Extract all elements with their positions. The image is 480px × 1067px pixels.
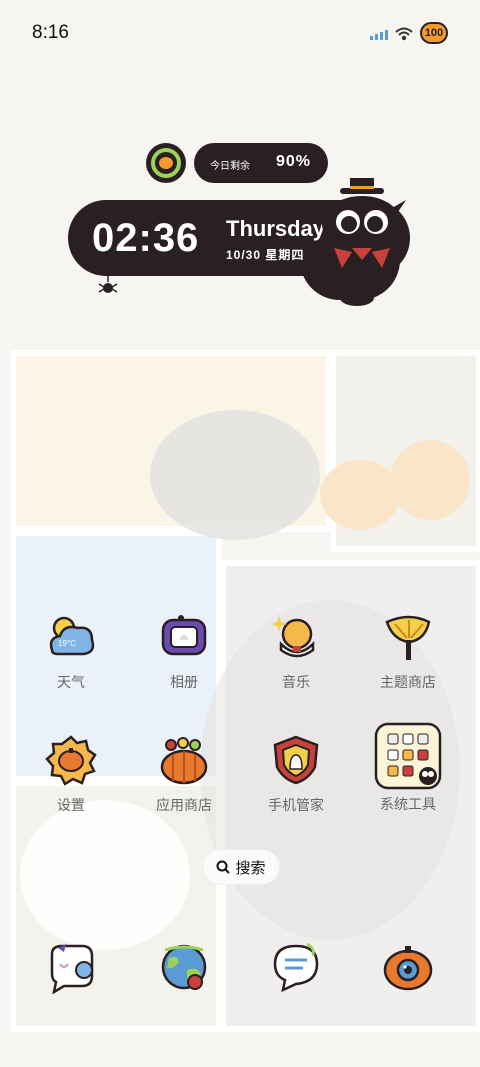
clock-time: 02:36	[92, 216, 200, 260]
dock-messages[interactable]	[21, 940, 121, 995]
pumpkin-ring-icon[interactable]	[146, 143, 186, 183]
dock-browser[interactable]	[134, 940, 234, 994]
app-weather[interactable]: 19°C 天气	[21, 610, 121, 692]
app-label: 设置	[57, 797, 85, 813]
search-label: 搜索	[235, 859, 266, 877]
app-label: 应用商店	[156, 797, 212, 813]
spider-icon	[98, 274, 118, 293]
app-theme-store[interactable]: 主题商店	[358, 610, 458, 692]
clock-weekday: Thursday	[226, 216, 326, 241]
app-label: 天气	[57, 674, 85, 690]
widget-drip-decoration	[340, 290, 374, 306]
battery-widget[interactable]: 今日剩余 90%	[194, 143, 328, 183]
browser-icon	[157, 940, 211, 994]
theme-store-icon	[381, 610, 435, 664]
system-tools-folder-icon	[374, 722, 442, 790]
app-label: 主题商店	[380, 674, 436, 690]
wallpaper-pumpkin-shape	[320, 460, 400, 530]
app-app-store[interactable]: 应用商店	[134, 733, 234, 815]
battery-remaining-label: 今日剩余	[210, 161, 250, 172]
app-settings[interactable]: 设置	[21, 733, 121, 815]
status-bar: 8:16 100	[0, 0, 480, 68]
gallery-icon	[157, 610, 211, 664]
camera-icon	[381, 940, 435, 994]
search-icon	[216, 860, 231, 874]
app-label: 系统工具	[380, 796, 436, 812]
wifi-icon	[395, 27, 413, 41]
app-label: 音乐	[282, 674, 310, 690]
music-icon	[269, 610, 323, 664]
app-phone-manager[interactable]: 手机管家	[246, 733, 346, 815]
witch-cat-icon	[318, 178, 406, 270]
clock-date: 10/30 星期四	[226, 248, 305, 262]
notes-icon	[269, 940, 323, 994]
app-store-icon	[157, 733, 211, 787]
signal-icon	[370, 30, 388, 40]
app-system-tools-folder[interactable]: 系统工具	[358, 722, 458, 814]
wallpaper-cat-shape	[150, 410, 320, 540]
settings-icon	[44, 733, 98, 787]
status-time: 8:16	[32, 22, 69, 43]
dock-camera[interactable]	[358, 940, 458, 994]
battery-remaining-percent: 90%	[276, 153, 312, 170]
wallpaper-skull-shape	[20, 800, 190, 950]
app-label: 手机管家	[268, 797, 324, 813]
weather-icon: 19°C	[44, 610, 98, 664]
messages-icon	[44, 940, 98, 995]
battery-indicator: 100	[420, 22, 448, 44]
weather-temp: 19°C	[58, 639, 76, 648]
app-label: 相册	[170, 674, 198, 690]
wallpaper-pumpkin-shape	[390, 440, 470, 520]
app-music[interactable]: 音乐	[246, 610, 346, 692]
search-button[interactable]: 搜索	[203, 850, 279, 884]
dock-notes[interactable]	[246, 940, 346, 994]
phone-manager-icon	[269, 733, 323, 787]
app-gallery[interactable]: 相册	[134, 610, 234, 692]
